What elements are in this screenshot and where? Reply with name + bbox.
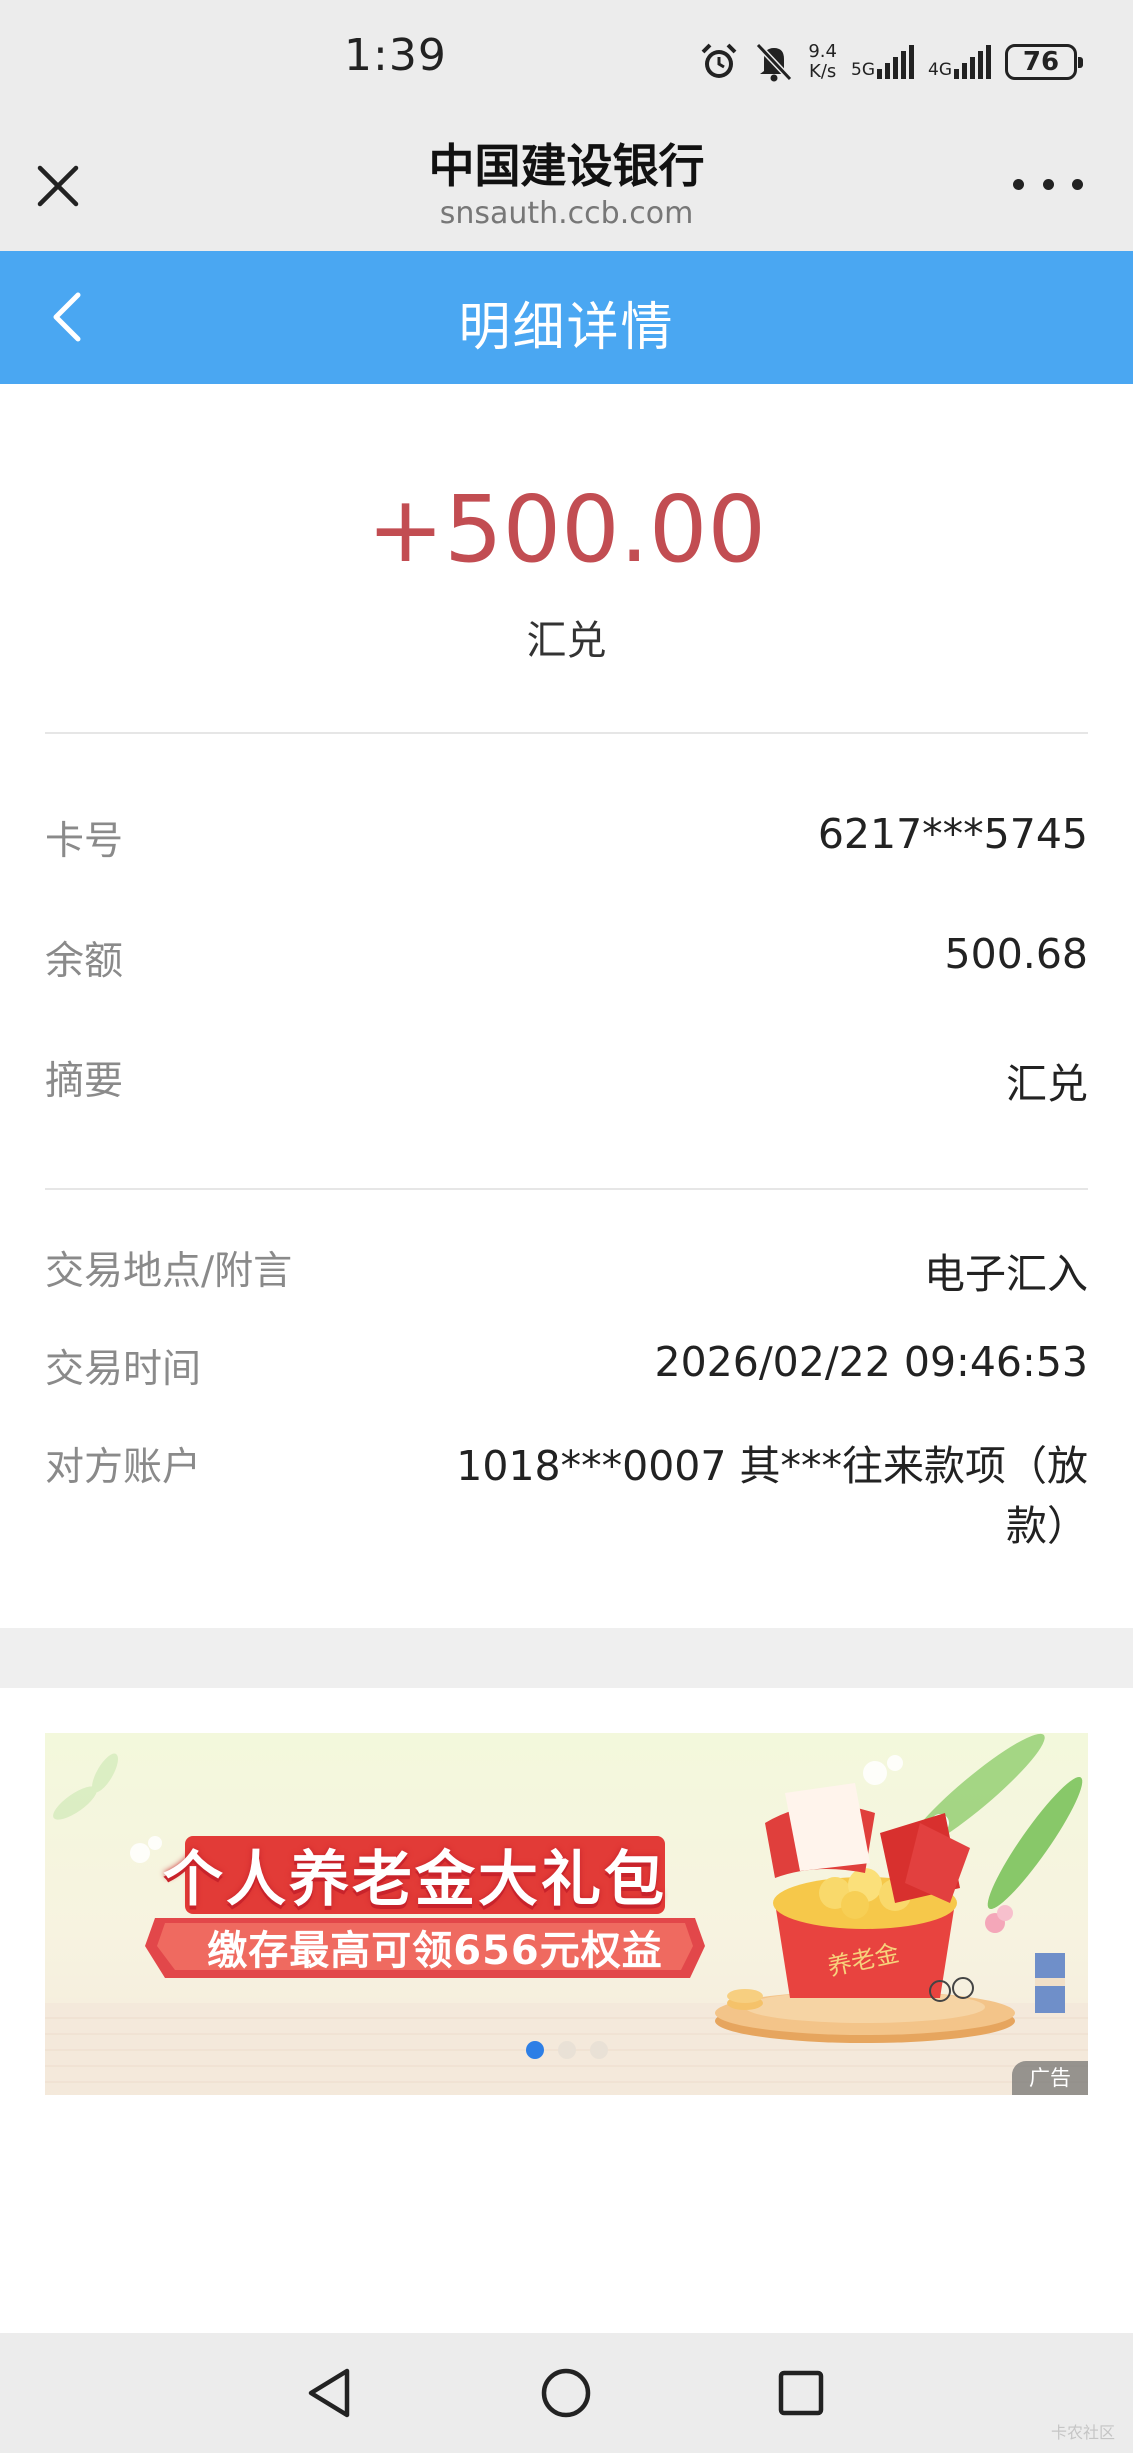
more-icon[interactable] <box>1013 174 1083 194</box>
counterparty-label: 对方账户 <box>45 1445 202 1490</box>
triangle-back-icon[interactable] <box>295 2358 365 2428</box>
battery-icon: 76 <box>1005 44 1083 80</box>
pagination-dot[interactable] <box>557 2041 576 2059</box>
net-speed: 9.4 K/s <box>808 42 837 82</box>
page-nav-bar: 明细详情 <box>0 251 1133 384</box>
section-separator <box>0 1628 1133 1688</box>
balance-value: 500.68 <box>944 930 1088 978</box>
transaction-time-label: 交易时间 <box>45 1347 202 1392</box>
mute-bell-icon <box>756 42 793 82</box>
page-title: 明细详情 <box>458 298 675 358</box>
square-recents-icon[interactable] <box>766 2358 836 2428</box>
summary-label: 摘要 <box>45 1059 124 1104</box>
sim1-label: 5G <box>851 60 875 80</box>
summary-value: 汇兑 <box>1006 1060 1088 1108</box>
net-speed-value: 9.4 <box>808 41 837 62</box>
balance-label: 余额 <box>45 939 124 984</box>
status-icons: 9.4 K/s 5G 4G 76 <box>698 34 1083 90</box>
banner-title: 个人养老金大礼包 <box>163 1845 667 1915</box>
browser-title: 中国建设银行 <box>428 139 705 193</box>
location-note-value: 电子汇入 <box>924 1250 1088 1298</box>
pagination-dot[interactable] <box>589 2041 608 2059</box>
pagination-dot-active[interactable] <box>525 2041 544 2059</box>
system-nav-bar: 卡农社区 <box>0 2333 1133 2453</box>
battery-level: 76 <box>1022 47 1060 77</box>
card-number-label: 卡号 <box>45 819 124 864</box>
transaction-type: 汇兑 <box>526 618 607 664</box>
browser-header: 中国建设银行 snsauth.ccb.com <box>0 120 1133 251</box>
alarm-icon <box>701 43 737 78</box>
banner-subtitle: 缴存最高可领656元权益 <box>207 1928 663 1974</box>
pension-banner-ad[interactable]: 个人养老金大礼包 缴存最高可领656元权益 养老金 广告 <box>45 1733 1088 2095</box>
transaction-amount: +500.00 <box>367 476 766 583</box>
card-number-value: 6217***5745 <box>817 810 1088 858</box>
signal-sim1: 5G <box>851 45 914 79</box>
transaction-time-value: 2026/02/22 09:46:53 <box>654 1338 1088 1386</box>
banner-pagination <box>45 2041 1088 2059</box>
counterparty-value: 1018***0007 其***往来款项（放款） <box>456 1442 1088 1550</box>
status-bar: 1:39 9.4 K/s 5G 4G 76 <box>0 0 1133 120</box>
signal-sim2: 4G <box>928 45 991 79</box>
sim2-label: 4G <box>928 60 952 80</box>
status-time: 1:39 <box>344 30 447 81</box>
watermark: 卡农社区 <box>1050 2423 1115 2442</box>
net-speed-unit: K/s <box>809 61 837 82</box>
divider <box>45 1188 1088 1190</box>
location-note-label: 交易地点/附言 <box>45 1249 293 1294</box>
gift-box-illustration: 养老金 <box>715 1783 1065 2043</box>
circle-home-icon[interactable] <box>531 2358 601 2428</box>
signal-bars-icon <box>954 45 991 79</box>
ad-badge: 广告 <box>1012 2061 1088 2095</box>
signal-bars-icon <box>877 45 914 79</box>
divider <box>45 732 1088 734</box>
browser-domain: snsauth.ccb.com <box>439 196 694 231</box>
